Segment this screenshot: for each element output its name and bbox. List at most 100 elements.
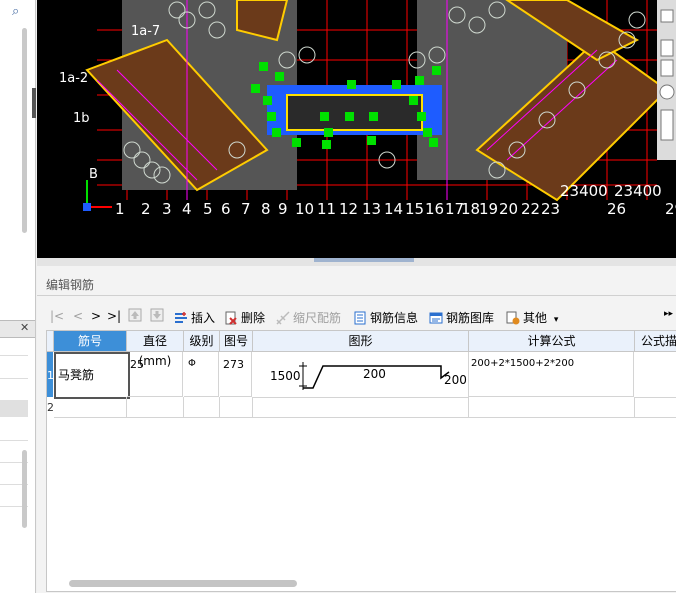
column-header-formula[interactable]: 计算公式 (469, 331, 635, 352)
left-pane-row-line (0, 378, 28, 379)
cad-dimension-label: 23400 (560, 182, 608, 200)
search-icon[interactable]: ⌕ (12, 4, 19, 19)
scale-match-label: 缩尺配筋 (293, 311, 342, 325)
pane-splitter[interactable] (37, 258, 676, 266)
cad-core-inner (286, 94, 423, 131)
cell-shape[interactable] (253, 397, 469, 418)
splitter-grip[interactable] (314, 258, 414, 262)
row-number: 2 (47, 401, 54, 414)
cell-grade[interactable]: Φ (184, 352, 219, 397)
panel-title: 编辑钢筋 (46, 278, 95, 292)
cad-tool-button[interactable] (659, 84, 675, 100)
column-header-bar-no[interactable]: 筋号 (54, 331, 127, 352)
shape-right-dim[interactable]: 200 (444, 373, 467, 387)
cad-left-axis-label: B (89, 167, 98, 182)
cad-axis-label: 3 (162, 200, 172, 218)
chevron-down-icon: ▾ (553, 315, 559, 325)
rebar-info-button[interactable]: 钢筋信息 (353, 309, 418, 326)
scale-match-button[interactable]: 缩尺配筋 (276, 309, 341, 326)
delete-button[interactable]: 删除 (224, 309, 265, 326)
other-menu-button[interactable]: 其他 ▾ (506, 309, 558, 326)
move-up-icon[interactable] (128, 308, 145, 322)
edit-rebar-panel: 编辑钢筋 |< < > >| 插入 删除 缩尺配筋 钢筋信息 钢筋图库 其他 ▾ (37, 266, 676, 593)
left-pane-row-line (0, 355, 28, 356)
cad-left-axis-label: 1a-7 (131, 24, 160, 39)
cad-axis-label: 7 (241, 200, 251, 218)
nav-next-button[interactable]: > (91, 309, 101, 323)
cad-tool-button[interactable] (660, 39, 674, 57)
row-number: 1 (47, 369, 54, 382)
cad-axis-label: 5 (203, 200, 213, 218)
column-header-figure-no[interactable]: 图号 (220, 331, 253, 352)
cad-axis-label: 19 (479, 200, 498, 218)
left-pane-scrollbar[interactable] (22, 28, 27, 233)
ucs-origin (83, 203, 91, 211)
cell-figure-no[interactable]: 273 (220, 352, 252, 397)
column-header-formula-desc[interactable]: 公式描 (635, 331, 676, 352)
cad-axis-label: 10 (295, 200, 314, 218)
rebar-library-button[interactable]: 钢筋图库 (429, 309, 494, 326)
cad-drawing-view[interactable]: 1a-7 1a-2 1b B 23400 23400 1 2 3 4 5 6 7 8 9 10 11… (37, 0, 676, 258)
cad-axis-label: 14 (384, 200, 403, 218)
left-side-pane: ⌕ ✕ (0, 0, 36, 593)
cell-formula[interactable] (469, 397, 635, 418)
cad-canvas[interactable]: 1a-7 1a-2 1b B 23400 23400 1 2 3 4 5 6 7 8 9 10 11… (37, 0, 676, 258)
cad-tool-button[interactable] (660, 9, 674, 23)
cell-grade[interactable] (184, 397, 220, 418)
cad-axis-label: 29 (665, 200, 676, 218)
cad-dimension-label: 23400 (614, 182, 662, 200)
cad-axis-label: 20 (499, 200, 518, 218)
column-header-shape[interactable]: 图形 (253, 331, 469, 352)
cad-tool-button[interactable] (660, 109, 674, 141)
shape-left-dim[interactable]: 1500 (270, 369, 301, 383)
nav-prev-button[interactable]: < (73, 309, 83, 323)
cell-formula-desc[interactable] (635, 352, 676, 398)
cad-axis-label: 18 (461, 200, 480, 218)
cell-bar-name[interactable] (54, 397, 127, 418)
cad-left-axis-label: 1b (73, 111, 90, 126)
shape-middle-dim[interactable]: 200 (363, 367, 386, 381)
rebar-library-icon (429, 312, 443, 324)
column-header-diameter[interactable]: 直径(mm) (127, 331, 184, 368)
grid-corner (47, 331, 54, 352)
rebar-info-icon (354, 311, 366, 325)
nav-last-button[interactable]: >| (107, 309, 121, 323)
cell-formula[interactable]: 200+2*1500+2*200 (469, 352, 634, 397)
rebar-grid: 筋号 直径(mm) 级别 图号 图形 计算公式 公式描 1 马凳筋 25 Φ 2… (46, 330, 676, 592)
cad-axis-label: 9 (278, 200, 288, 218)
rebar-info-label: 钢筋信息 (370, 311, 419, 325)
cad-left-axis-label: 1a-2 (59, 71, 88, 86)
cad-bottom-axis-labels: 123456789101112131415161718192022232629 (115, 200, 676, 218)
insert-button[interactable]: 插入 (174, 309, 215, 326)
cad-axis-label: 12 (339, 200, 358, 218)
cad-axis-label: 16 (425, 200, 444, 218)
cad-axis-label: 6 (221, 200, 231, 218)
cad-axis-label: 2 (141, 200, 151, 218)
close-icon[interactable]: ✕ (20, 321, 29, 334)
panel-title-divider (37, 295, 676, 296)
column-header-grade[interactable]: 级别 (184, 331, 220, 352)
insert-label: 插入 (191, 311, 216, 325)
cad-axis-label: 4 (182, 200, 192, 218)
cad-axis-label: 1 (115, 200, 125, 218)
cell-bar-name[interactable]: 马凳筋 (54, 352, 130, 399)
cad-axis-label: 15 (405, 200, 424, 218)
nav-first-button[interactable]: |< (50, 309, 64, 323)
other-label: 其他 (523, 311, 548, 325)
left-pane-scrollbar-lower[interactable] (22, 450, 27, 528)
move-down-icon[interactable] (150, 308, 167, 322)
left-pane-selected-row[interactable] (0, 400, 28, 417)
grid-horizontal-scrollbar[interactable] (69, 580, 297, 587)
cad-axis-label: 23 (541, 200, 560, 218)
cell-diameter[interactable] (127, 397, 184, 418)
scale-match-icon (276, 311, 290, 325)
collapse-handle[interactable] (32, 88, 36, 118)
delete-icon (225, 311, 237, 325)
cad-axis-label: 22 (521, 200, 540, 218)
cell-diameter[interactable]: 25 (127, 352, 183, 397)
cad-tool-button[interactable] (660, 59, 674, 77)
toolbar-overflow-icon[interactable]: ▸▸ (664, 309, 673, 319)
cell-formula-desc[interactable] (635, 397, 676, 418)
cell-figure-no[interactable] (220, 397, 253, 418)
cell-shape[interactable]: 1500 200 200 (253, 352, 469, 398)
